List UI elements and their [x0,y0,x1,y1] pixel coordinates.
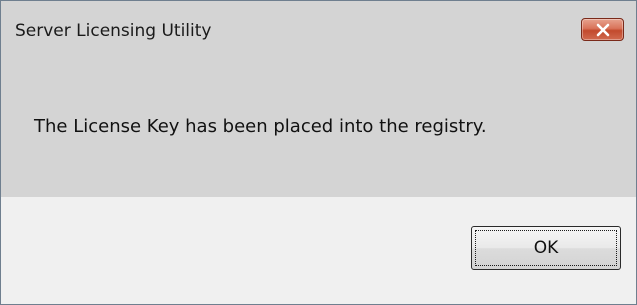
title-bar[interactable]: Server Licensing Utility [1,1,636,61]
message-area: The License Key has been placed into the… [1,61,636,197]
ok-button[interactable]: OK [471,226,621,270]
dialog-window: Server Licensing Utility The License Key… [0,0,637,305]
close-icon [596,23,610,37]
message-text: The License Key has been placed into the… [34,116,487,137]
window-title: Server Licensing Utility [15,21,212,41]
button-bar: OK [1,197,636,304]
ok-button-label: OK [533,238,559,258]
close-button[interactable] [581,18,624,41]
